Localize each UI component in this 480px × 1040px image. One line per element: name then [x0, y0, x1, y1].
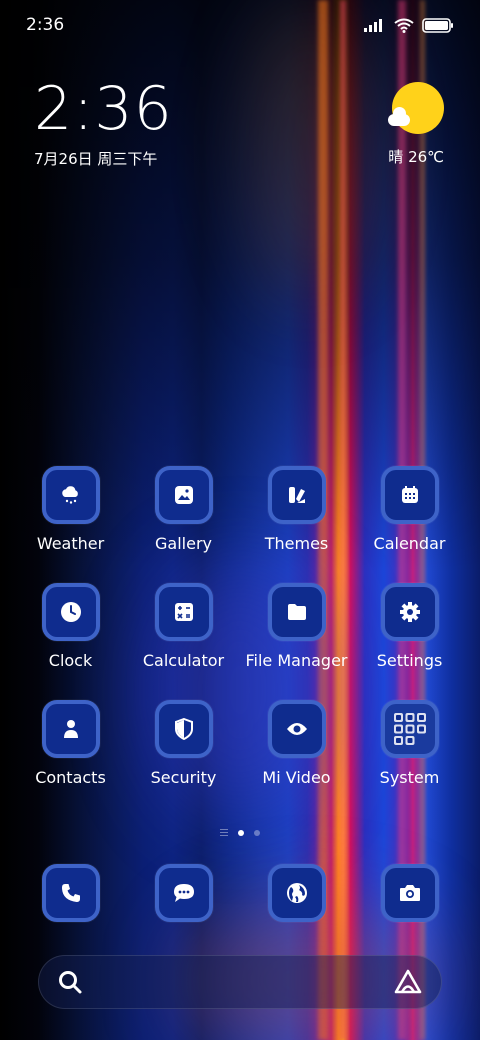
app-label: Clock: [48, 651, 93, 670]
globe-icon: [286, 883, 307, 903]
app-settings[interactable]: Settings: [353, 583, 466, 670]
clock-widget-time: 2:36: [34, 74, 173, 144]
sunny-icon: [388, 82, 444, 134]
app-label: System: [379, 768, 440, 787]
weather-summary: 晴 26℃: [388, 148, 444, 166]
dock-phone[interactable]: [14, 864, 127, 922]
dock-messages[interactable]: [127, 864, 240, 922]
weather-widget[interactable]: 晴 26℃: [388, 82, 444, 167]
themes-icon: [288, 487, 305, 503]
camera-icon: [399, 885, 420, 901]
app-security[interactable]: Security: [127, 700, 240, 787]
assistant-icon[interactable]: [393, 969, 423, 995]
app-label: Weather: [36, 534, 105, 553]
app-label: Settings: [376, 651, 443, 670]
app-label: Gallery: [155, 534, 212, 553]
app-contacts[interactable]: Contacts: [14, 700, 127, 787]
weather-icon: [61, 486, 78, 504]
page-dot: [254, 829, 260, 836]
message-icon: [173, 884, 194, 902]
app-calendar[interactable]: Calendar: [353, 466, 466, 553]
dock-camera[interactable]: [353, 864, 466, 922]
battery-icon: [422, 17, 453, 33]
app-mi-video[interactable]: Mi Video: [240, 700, 353, 787]
calculator-icon: [174, 603, 193, 621]
page-indicator[interactable]: [0, 829, 480, 836]
clock-widget[interactable]: 2:36 7月26日 周三下午: [34, 76, 173, 169]
gallery-icon: [174, 486, 193, 504]
app-clock[interactable]: Clock: [14, 583, 127, 670]
wifi-icon: [394, 18, 414, 33]
clock-icon: [60, 602, 81, 622]
clock-widget-date: 7月26日 周三下午: [34, 150, 158, 168]
app-grid: Weather Gallery Themes Calendar Clock Ca…: [14, 466, 466, 787]
app-gallery[interactable]: Gallery: [127, 466, 240, 553]
app-label: Security: [150, 768, 217, 787]
page-dot-active: [238, 829, 244, 836]
app-label: File Manager: [245, 651, 348, 670]
dock: [14, 864, 466, 922]
status-bar: 2:36: [0, 0, 480, 50]
calendar-icon: [401, 486, 418, 503]
shield-icon: [174, 718, 193, 740]
gear-icon: [399, 602, 420, 622]
status-time: 2:36: [26, 15, 65, 35]
search-bar[interactable]: [38, 955, 442, 1009]
feed-page-icon: [220, 829, 228, 836]
app-system-folder[interactable]: System: [353, 700, 466, 787]
app-label: Mi Video: [262, 768, 331, 787]
app-label: Calculator: [142, 651, 225, 670]
person-icon: [63, 720, 78, 738]
app-calculator[interactable]: Calculator: [127, 583, 240, 670]
dock-browser[interactable]: [240, 864, 353, 922]
app-file-manager[interactable]: File Manager: [240, 583, 353, 670]
eye-icon: [286, 723, 307, 735]
app-themes[interactable]: Themes: [240, 466, 353, 553]
phone-icon: [61, 884, 80, 902]
folder-icon: [287, 604, 306, 620]
app-label: Contacts: [35, 768, 106, 787]
app-label: Themes: [264, 534, 329, 553]
folder-grid-icon: [393, 713, 426, 745]
search-icon[interactable]: [57, 969, 83, 995]
app-weather[interactable]: Weather: [14, 466, 127, 553]
signal-icon: [364, 19, 382, 32]
app-label: Calendar: [373, 534, 446, 553]
